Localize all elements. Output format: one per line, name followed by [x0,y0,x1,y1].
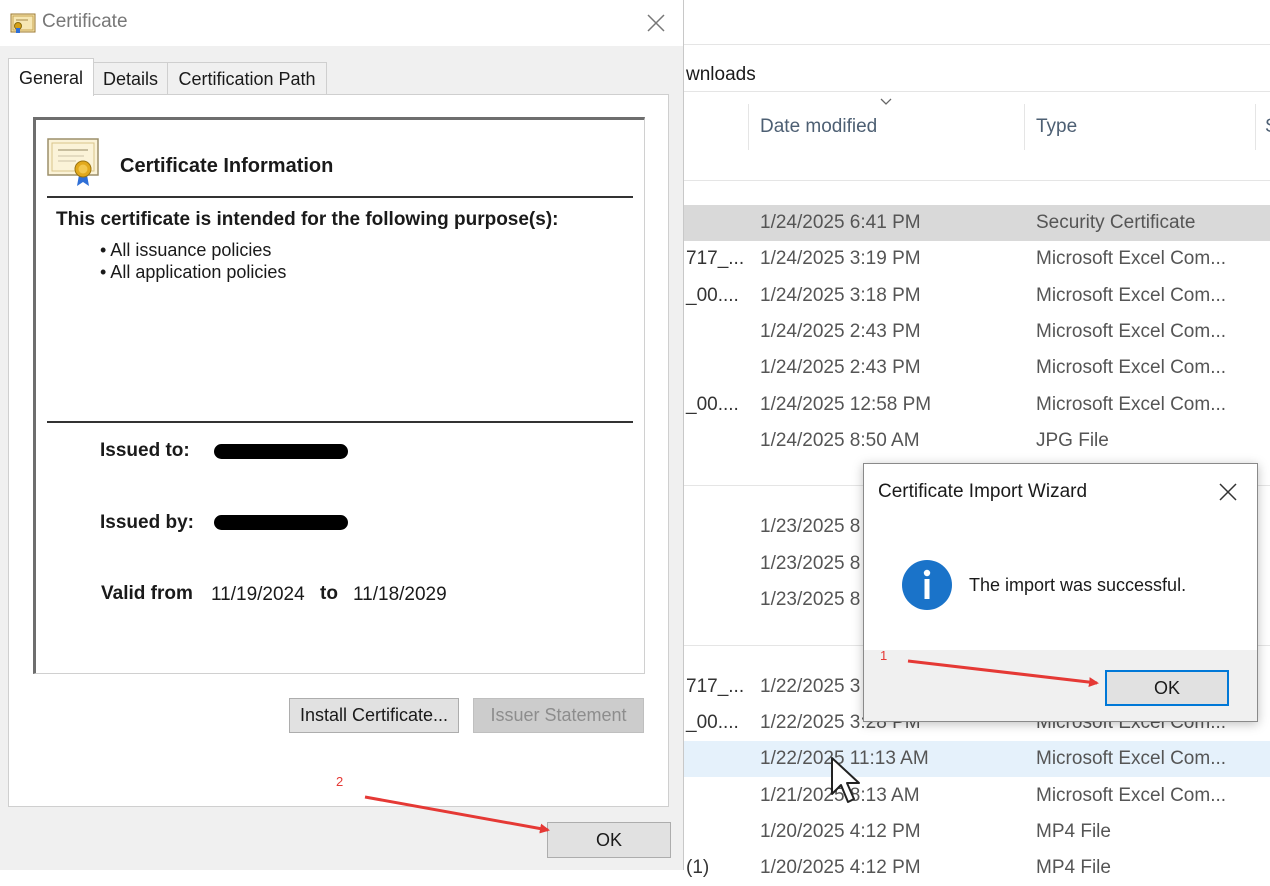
dialog-titlebar[interactable]: Certificate [0,0,683,46]
file-date: 1/22/2025 3 [760,676,861,697]
file-type: Microsoft Excel Com... [1036,785,1227,806]
tab-general[interactable]: General [8,58,94,96]
dialog-title: Certificate [42,11,128,32]
file-date: 1/20/2025 4:12 PM [760,821,921,842]
file-type: MP4 File [1036,821,1111,842]
file-type: Security Certificate [1036,212,1196,233]
address-bar[interactable] [684,56,1270,92]
certificate-ok-button[interactable]: OK [547,822,671,858]
file-name: 717_... [686,248,745,269]
file-date: 1/24/2025 12:58 PM [760,394,932,415]
file-date: 1/20/2025 4:12 PM [760,857,921,878]
toolbar-divider [684,44,1270,45]
file-type: Microsoft Excel Com... [1036,394,1227,415]
file-row[interactable]: 1/22/2025 11:13 AM Microsoft Excel Com... [684,741,1270,777]
file-name: _00.... [686,285,739,306]
redacted-issued-to [214,444,348,459]
column-header-type[interactable]: Type [1036,116,1077,138]
file-date: 1/24/2025 2:43 PM [760,321,921,342]
file-date: 1/24/2025 3:18 PM [760,285,921,306]
divider [47,421,633,423]
purpose-item: • All application policies [100,262,287,282]
file-date: 1/24/2025 3:19 PM [760,248,921,269]
file-row[interactable]: 717_... 1/24/2025 3:19 PM Microsoft Excel … [684,241,1270,277]
column-separator[interactable] [1024,104,1025,150]
file-date: 1/23/2025 8 [760,589,861,610]
file-row[interactable]: 1/20/2025 4:12 PM MP4 File [684,814,1270,850]
file-row[interactable]: 1/24/2025 2:43 PM Microsoft Excel Com... [684,314,1270,350]
divider [47,196,633,198]
issued-by-label: Issued by: [100,512,194,533]
file-row[interactable]: _00.... 1/24/2025 12:58 PM Microsoft Excel… [684,387,1270,423]
issued-to-label: Issued to: [100,440,190,461]
file-name: (1) [686,857,710,878]
certificate-info-title: Certificate Information [120,155,334,177]
column-separator[interactable] [748,104,749,150]
file-row[interactable]: _00.... 1/24/2025 3:18 PM Microsoft Excel … [684,278,1270,314]
file-date: 1/24/2025 8:50 AM [760,430,920,451]
certificate-dialog: Certificate General Details Certificatio… [0,0,684,870]
file-name: 717_... [686,676,745,697]
valid-from-label: Valid from [101,583,193,604]
column-header-date-modified[interactable]: Date modified [760,116,877,138]
install-certificate-button[interactable]: Install Certificate... [289,698,459,733]
file-date: 1/24/2025 2:43 PM [760,357,921,378]
certificate-icon [10,13,36,33]
file-row[interactable]: 1/24/2025 2:43 PM Microsoft Excel Com... [684,350,1270,386]
file-row[interactable]: (1) 1/20/2025 4:12 PM MP4 File [684,850,1270,886]
column-header-size[interactable]: S [1265,116,1270,138]
import-wizard-dialog: Certificate Import Wizard The import was… [863,463,1258,722]
file-type: MP4 File [1036,857,1111,878]
address-bar-text: wnloads [686,64,756,85]
tab-certification-path[interactable]: Certification Path [167,62,327,94]
issuer-statement-button[interactable]: Issuer Statement [473,698,644,733]
file-date: 1/23/2025 8 [760,553,861,574]
file-date: 1/24/2025 6:41 PM [760,212,921,233]
file-row[interactable]: 1/24/2025 8:50 AM JPG File [684,423,1270,459]
file-name: _00.... [686,394,739,415]
valid-to-date: 11/18/2029 [353,584,447,605]
wizard-message: The import was successful. [969,575,1187,595]
file-date: 1/23/2025 8 [760,516,861,537]
valid-from-date: 11/19/2024 [211,584,305,605]
file-type: Microsoft Excel Com... [1036,748,1227,769]
tab-details[interactable]: Details [93,62,168,94]
close-icon[interactable] [641,8,671,38]
close-icon[interactable] [1214,478,1242,506]
wizard-title: Certificate Import Wizard [878,481,1088,502]
header-divider [684,180,1270,181]
info-icon [902,560,952,610]
annotation-step-1: 1 [880,648,888,663]
file-row[interactable]: 1/21/2025 8:13 AM Microsoft Excel Com... [684,778,1270,814]
sort-descending-icon [880,98,892,105]
annotation-step-2: 2 [336,774,344,789]
file-type: Microsoft Excel Com... [1036,321,1227,342]
file-type: Microsoft Excel Com... [1036,285,1227,306]
certificate-info-icon [47,138,99,186]
mouse-cursor-icon [831,757,860,803]
purpose-item: • All issuance policies [100,240,272,260]
file-name: _00.... [686,712,739,733]
file-type: Microsoft Excel Com... [1036,248,1227,269]
wizard-ok-button[interactable]: OK [1105,670,1229,706]
valid-to-label: to [320,583,338,604]
file-type: Microsoft Excel Com... [1036,357,1227,378]
file-row[interactable]: 1/24/2025 6:41 PM Security Certificate [684,205,1270,241]
purpose-heading: This certificate is intended for the fol… [56,209,559,230]
column-separator[interactable] [1255,104,1256,150]
file-type: JPG File [1036,430,1109,451]
redacted-issued-by [214,515,348,530]
